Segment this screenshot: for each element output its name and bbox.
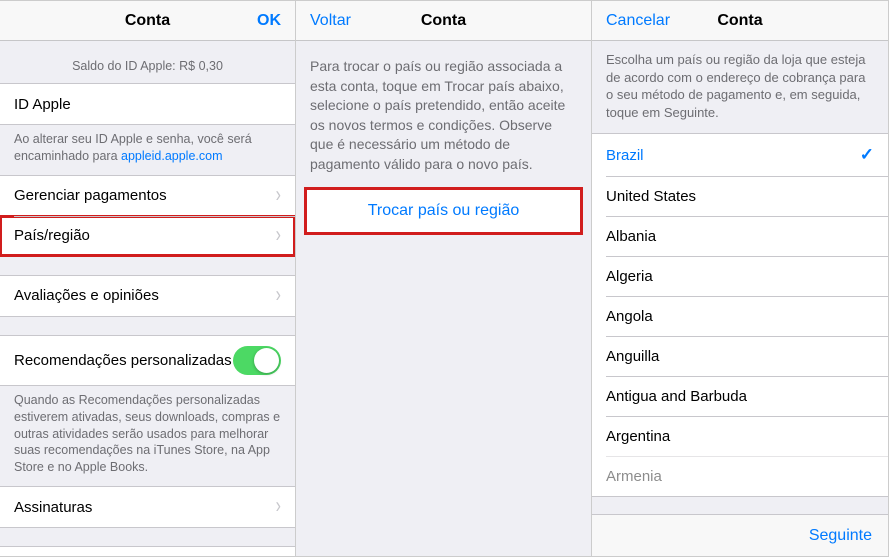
cancel-button[interactable]: Cancelar [606,12,670,30]
spacer [0,257,295,275]
country-label: Antigua and Barbuda [606,388,747,405]
country-row-albania[interactable]: Albania [592,216,888,256]
chevron-right-icon: › [276,223,281,248]
country-label: Argentina [606,428,670,445]
apple-id-label: ID Apple [14,96,71,113]
country-label: Brazil [606,147,644,164]
panel1-scroll[interactable]: Saldo do ID Apple: R$ 0,30 ID Apple Ao a… [0,41,295,556]
chevron-right-icon: › [276,495,281,520]
toggle-knob [254,348,279,373]
recommendations-footer: Quando as Recomendações personalizadas e… [0,386,295,486]
country-row-algeria[interactable]: Algeria [592,256,888,296]
change-country-label: Trocar país ou região [368,202,519,219]
checkmark-icon: ✓ [860,145,874,165]
balance-header: Saldo do ID Apple: R$ 0,30 [0,41,295,83]
next-button[interactable]: Seguinte [809,527,872,545]
bottom-toolbar: Seguinte [592,514,888,556]
spacer [0,528,295,546]
panel3-scroll[interactable]: Escolha um país ou região da loja que es… [592,41,888,514]
apple-id-row[interactable]: ID Apple [0,84,295,124]
navbar-1: Conta OK [0,1,295,41]
country-row-united-states[interactable]: United States [592,176,888,216]
chevron-right-icon: › [276,183,281,208]
country-label: Armenia [606,468,662,485]
country-label: Algeria [606,268,653,285]
account-panel-2: Voltar Conta Para trocar o país ou regiã… [296,0,592,557]
select-country-instruction: Escolha um país ou região da loja que es… [592,41,888,133]
apple-id-footer: Ao alterar seu ID Apple e senha, você se… [0,125,295,175]
reviews-row[interactable]: Avaliações e opiniões › [0,276,295,316]
country-row-antigua-barbuda[interactable]: Antigua and Barbuda [592,376,888,416]
reviews-label: Avaliações e opiniões [14,287,159,304]
panel2-scroll[interactable]: Para trocar o país ou região associada a… [296,41,591,556]
country-region-row[interactable]: País/região › [0,216,295,256]
recommendations-toggle[interactable] [233,346,281,375]
change-country-button[interactable]: Trocar país ou região [306,189,581,233]
country-row-brazil[interactable]: Brazil ✓ [592,134,888,176]
ok-button[interactable]: OK [257,12,281,30]
country-row-anguilla[interactable]: Anguilla [592,336,888,376]
navbar-3: Cancelar Conta [592,1,888,41]
subscriptions-label: Assinaturas [14,499,92,516]
account-panel-1: Conta OK Saldo do ID Apple: R$ 0,30 ID A… [0,0,296,557]
chevron-right-icon: › [276,283,281,308]
country-label: United States [606,188,696,205]
manage-payments-label: Gerenciar pagamentos [14,187,167,204]
country-region-label: País/região [14,227,90,244]
manage-payments-row[interactable]: Gerenciar pagamentos › [0,176,295,216]
recommendations-label: Recomendações personalizadas [14,352,232,369]
recommendations-row: Recomendações personalizadas [0,336,295,385]
country-row-angola[interactable]: Angola [592,296,888,336]
country-label: Albania [606,228,656,245]
nav-title-1: Conta [0,12,295,30]
country-label: Angola [606,308,653,325]
back-button[interactable]: Voltar [310,12,351,30]
spacer [0,317,295,335]
country-row-argentina[interactable]: Argentina [592,416,888,456]
country-list: Brazil ✓ United States Albania Algeria A… [592,133,888,497]
purchase-history-row[interactable]: Histórico de compras › [0,547,295,556]
country-label: Anguilla [606,348,659,365]
navbar-2: Voltar Conta [296,1,591,41]
apple-id-link[interactable]: appleid.apple.com [121,149,222,163]
country-row-armenia[interactable]: Armenia [592,456,888,496]
account-panel-3: Cancelar Conta Escolha um país ou região… [592,0,889,557]
subscriptions-row[interactable]: Assinaturas › [0,487,295,527]
change-country-instruction: Para trocar o país ou região associada a… [296,41,591,189]
chevron-right-icon: › [276,555,281,556]
